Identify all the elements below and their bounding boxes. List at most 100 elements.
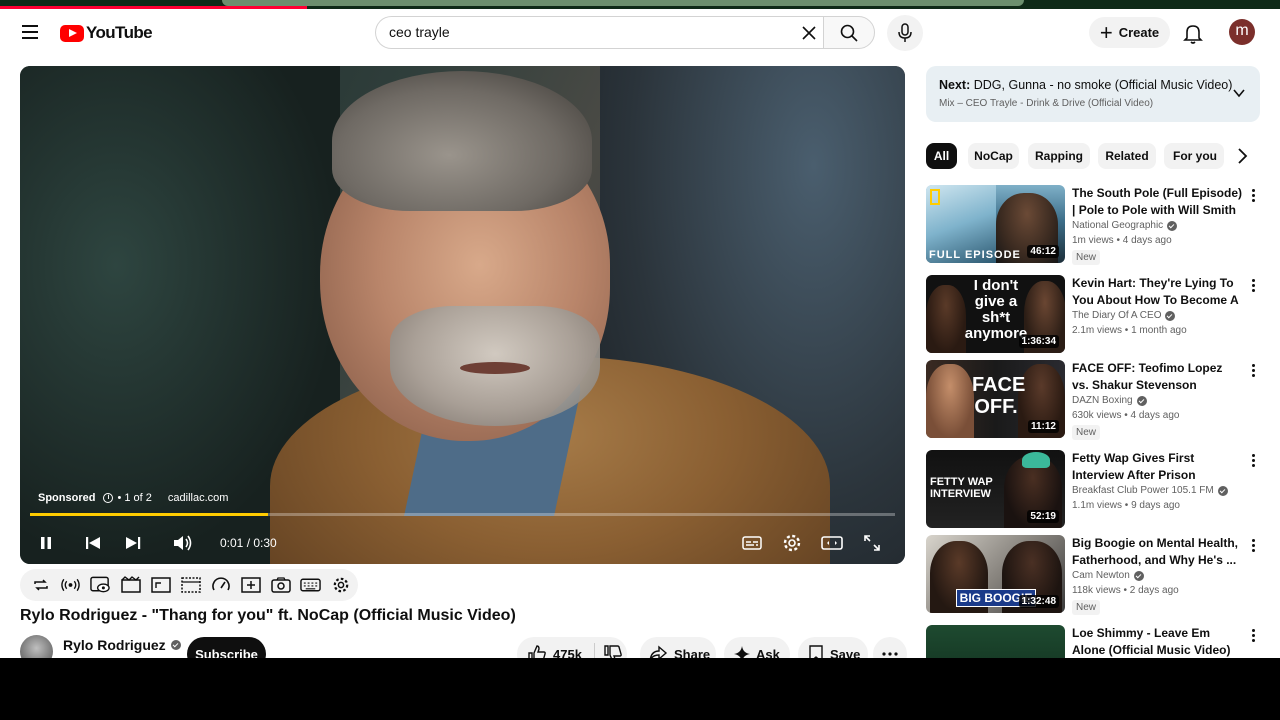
up-next-card[interactable]: Next: DDG, Gunna - no smoke (Official Mu… [926,66,1260,122]
screenshot-camera-icon[interactable] [270,576,291,595]
watch-icon[interactable] [90,576,111,595]
share-button[interactable]: Share [640,637,716,658]
more-options-icon[interactable] [1246,627,1260,645]
youtube-app: YouTube + Create m Sponsored i • 1 of 2 … [0,9,1280,658]
recommendation-item[interactable]: Loe Shimmy - Leave Em Alone (Official Mu… [926,625,1260,658]
share-icon [649,645,668,658]
ad-domain-link[interactable]: cadillac.com [168,492,229,504]
progress-fill [30,513,268,516]
previous-button[interactable] [78,528,108,558]
keyboard-icon[interactable] [300,576,321,595]
chip-all[interactable]: All [926,143,957,169]
progress-bar[interactable] [30,513,895,516]
menu-icon[interactable] [18,21,42,45]
expand-icon[interactable] [150,576,171,595]
recommendation-item[interactable]: I don't give a sh*t anymore 1:36:34 Kevi… [926,275,1260,355]
volume-button[interactable] [168,528,198,558]
chip-related[interactable]: Related [1098,143,1156,169]
youtube-logo[interactable]: YouTube [60,23,153,43]
next-icon [126,537,141,549]
clear-search-icon[interactable] [799,23,819,43]
more-options-icon[interactable] [1246,187,1260,205]
recommendation-item[interactable]: FACE OFF. 11:12 FACE OFF: Teofimo Lopez … [926,360,1260,440]
more-actions-button[interactable] [873,637,907,658]
verified-icon [1217,485,1228,496]
channel-name-link[interactable]: Rylo Rodriguez [63,637,181,653]
up-next-line: Next: DDG, Gunna - no smoke (Official Mu… [939,78,1232,92]
more-options-icon[interactable] [1246,277,1260,295]
video-thumbnail[interactable]: FULL EPISODE 46:12 [926,185,1065,263]
recommendation-item[interactable]: BIG BOOGIE 1:32:48 Big Boogie on Mental … [926,535,1260,615]
extension-settings-gear-icon[interactable] [330,576,351,595]
volume-icon [174,535,192,551]
video-thumbnail[interactable]: BIG BOOGIE 1:32:48 [926,535,1065,613]
video-title: Loe Shimmy - Leave Em Alone (Official Mu… [1072,626,1231,657]
dislike-icon[interactable] [603,644,623,658]
fullscreen-button[interactable] [857,528,887,558]
voice-search-button[interactable] [887,15,923,51]
player-controls: 0:01 / 0:30 [20,528,905,558]
subtitles-button[interactable] [737,528,767,558]
add-frame-icon[interactable] [240,576,261,595]
ask-label: Ask [756,646,780,659]
new-badge: New [1072,600,1101,615]
pause-button[interactable] [31,528,61,558]
channel-avatar[interactable] [20,635,53,658]
next-button[interactable] [118,528,148,558]
ad-info-icon[interactable]: i [103,493,114,503]
video-title: Big Boogie on Mental Health, Fatherhood,… [1072,536,1239,567]
video-duration: 52:19 [1027,510,1059,523]
save-button[interactable]: Save [798,637,868,658]
chevron-down-icon[interactable] [1232,86,1246,100]
save-bookmark-icon [809,645,823,658]
video-meta: Big Boogie on Mental Health, Fatherhood,… [1072,535,1242,615]
time-current: 0:01 [220,536,244,550]
like-icon[interactable] [527,644,547,658]
ask-button[interactable]: Ask [724,637,790,658]
video-meta: Fetty Wap Gives First Interview After Pr… [1072,450,1242,511]
thumb-text: FACE OFF. [972,374,1026,418]
subscribe-button[interactable]: Subscribe [187,637,266,658]
user-avatar[interactable]: m [1229,19,1255,45]
video-thumbnail[interactable]: FETTY WAP INTERVIEW 52:19 [926,450,1065,528]
channel-line: Cam Newton [1072,570,1242,581]
channel-row: Rylo Rodriguez Subscribe 475k Share Ask … [20,635,907,658]
video-duration: 46:12 [1027,245,1059,258]
loop-icon[interactable] [30,576,51,595]
create-label: Create [1118,25,1160,40]
recommendation-item[interactable]: FULL EPISODE 46:12 The South Pole (Full … [926,185,1260,265]
search-input[interactable] [389,24,789,40]
recommendation-item[interactable]: FETTY WAP INTERVIEW 52:19 Fetty Wap Give… [926,450,1260,530]
ad-info-bar: Sponsored i • 1 of 2 cadillac.com [38,492,228,504]
like-divider [593,643,595,658]
browser-tab[interactable] [222,0,1024,6]
mini-player-icon[interactable] [180,576,201,595]
video-player[interactable]: Sponsored i • 1 of 2 cadillac.com 0:01 /… [20,66,905,564]
channel-line: National Geographic [1072,220,1242,231]
chip-for-you[interactable]: For you [1164,143,1224,169]
audio-only-icon[interactable] [60,576,81,595]
settings-button[interactable] [777,528,807,558]
cinema-mode-icon[interactable] [120,576,141,595]
video-thumbnail[interactable] [926,625,1065,658]
bottom-letterbox [0,658,1280,720]
theater-mode-button[interactable] [817,528,847,558]
more-options-icon[interactable] [1246,452,1260,470]
sponsored-label: Sponsored [38,492,96,504]
video-title: Rylo Rodriguez - "Thang for you" ft. NoC… [20,607,516,624]
channel-name: DAZN Boxing [1072,395,1133,406]
speed-icon[interactable] [210,576,231,595]
notifications-bell-icon[interactable] [1181,21,1205,45]
more-options-icon[interactable] [1246,537,1260,555]
thumb-text: FETTY WAP INTERVIEW [930,476,993,500]
search-button[interactable] [823,16,875,49]
create-button[interactable]: + Create [1089,17,1170,48]
video-thumbnail[interactable]: FACE OFF. 11:12 [926,360,1065,438]
chip-nocap[interactable]: NoCap [968,143,1019,169]
video-thumbnail[interactable]: I don't give a sh*t anymore 1:36:34 [926,275,1065,353]
sparkle-icon [734,646,750,658]
chevron-right-icon[interactable] [1231,145,1253,167]
more-options-icon[interactable] [1246,362,1260,380]
chip-rapping[interactable]: Rapping [1028,143,1090,169]
video-meta: Kevin Hart: They're Lying To You About H… [1072,275,1242,336]
